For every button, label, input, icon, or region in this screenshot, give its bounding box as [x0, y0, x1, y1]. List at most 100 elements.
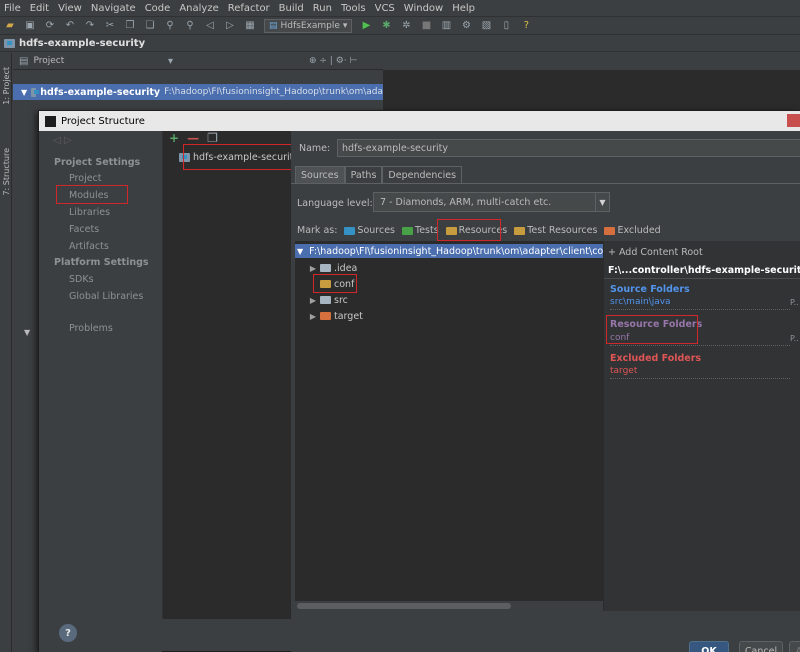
list-item[interactable]: hdfs-example-security [179, 152, 299, 163]
copy-module-icon[interactable]: ❐ [207, 131, 218, 145]
tab-structure[interactable]: 7: Structure [0, 137, 12, 207]
tree-item-target[interactable]: ▶ target [309, 309, 363, 323]
nav-item-libraries[interactable]: Libraries [69, 207, 110, 218]
menu-code[interactable]: Code [145, 3, 171, 14]
menu-window[interactable]: Window [404, 3, 443, 14]
mark-test-resources-label: Test Resources [527, 225, 598, 236]
build-icon[interactable]: ▦ [244, 20, 256, 32]
mark-excluded-button[interactable]: Excluded [604, 225, 661, 236]
nav-item-global-libraries[interactable]: Global Libraries [69, 291, 143, 302]
sdk-icon[interactable]: ▧ [480, 20, 492, 32]
divider [610, 345, 790, 346]
menu-run[interactable]: Run [313, 3, 332, 14]
menu-navigate[interactable]: Navigate [91, 3, 136, 14]
forward-icon[interactable]: ▷ [224, 20, 236, 32]
menu-view[interactable]: View [58, 3, 82, 14]
module-name-input[interactable] [337, 139, 800, 157]
collapsed-icon[interactable]: ▶ [309, 296, 317, 305]
tree-expand-icon[interactable]: ▼ [24, 328, 30, 337]
expand-icon[interactable]: ▼ [297, 247, 303, 256]
tree-root-row[interactable]: ▼ F:\hadoop\FI\fusioninsight_Hadoop\trun… [295, 244, 603, 258]
tab-sources[interactable]: Sources [295, 166, 345, 183]
save-icon[interactable]: ▣ [24, 20, 36, 32]
debug-icon[interactable]: ✱ [380, 20, 392, 32]
apply-button[interactable]: Apply [789, 641, 800, 652]
nav-item-problems[interactable]: Problems [69, 323, 113, 334]
menu-vcs[interactable]: VCS [375, 3, 395, 14]
menu-refactor[interactable]: Refactor [228, 3, 270, 14]
terminal-icon[interactable]: ▯ [500, 20, 512, 32]
menu-edit[interactable]: Edit [30, 3, 49, 14]
undo-icon[interactable]: ↶ [64, 20, 76, 32]
mark-test-resources-button[interactable]: Test Resources [514, 225, 597, 236]
menu-build[interactable]: Build [279, 3, 304, 14]
help-button[interactable]: ? [59, 624, 77, 642]
back-icon[interactable]: ◁ [204, 20, 216, 32]
mark-resources-button[interactable]: Resources [445, 225, 507, 236]
collapsed-icon[interactable]: ▶ [309, 264, 317, 273]
tab-project-label: 1: Project [1, 67, 11, 105]
nav-item-facets[interactable]: Facets [69, 224, 99, 235]
nav-item-sdks[interactable]: SDKs [69, 274, 94, 285]
add-content-root-button[interactable]: + Add Content Root [608, 247, 703, 258]
project-name[interactable]: hdfs-example-security [19, 38, 145, 49]
menu-help[interactable]: Help [452, 3, 475, 14]
tree-item-src[interactable]: ▶ src [309, 293, 348, 307]
nav-back-forward-icon[interactable]: ◁ ▷ [53, 135, 72, 146]
close-icon[interactable] [787, 114, 800, 127]
cut-icon[interactable]: ✂ [104, 20, 116, 32]
edit-icon[interactable]: P.. [790, 298, 799, 307]
chevron-down-icon[interactable]: ▾ [168, 56, 173, 67]
cancel-button[interactable]: Cancel [739, 641, 783, 652]
collapsed-icon[interactable]: ▶ [309, 312, 317, 321]
tab-paths[interactable]: Paths [344, 166, 383, 183]
expand-icon[interactable]: ▼ [21, 88, 27, 97]
module-icon [4, 39, 15, 48]
content-root-tree: ▼ F:\hadoop\FI\fusioninsight_Hadoop\trun… [295, 241, 603, 611]
module-icon [179, 153, 190, 162]
window-controls-icon[interactable]: ⊕ ÷ | ⚙· ⊢ [309, 56, 357, 66]
remove-module-button[interactable]: — [187, 131, 199, 145]
tree-item-conf[interactable]: conf [320, 277, 354, 291]
horizontal-scrollbar[interactable] [295, 601, 603, 611]
menu-analyze[interactable]: Analyze [179, 3, 218, 14]
coverage-icon[interactable]: ✲ [400, 20, 412, 32]
module-tabs: Sources Paths Dependencies [295, 166, 463, 183]
left-tool-strip: 1: Project 7: Structure [0, 53, 12, 652]
paste-icon[interactable]: ❏ [144, 20, 156, 32]
menu-file[interactable]: File [4, 3, 21, 14]
vcs-icon[interactable]: ▥ [440, 20, 452, 32]
tree-item-idea[interactable]: ▶ .idea [309, 261, 357, 275]
nav-item-modules[interactable]: Modules [69, 190, 109, 201]
project-tree-root-row[interactable]: ▼ hdfs-example-security F:\hadoop\FI\fus… [13, 84, 383, 100]
project-window-title[interactable]: Project [33, 56, 64, 66]
dialog-title-bar: Project Structure [39, 111, 800, 131]
mark-sources-label: Sources [357, 225, 395, 236]
menu-tools[interactable]: Tools [341, 3, 366, 14]
run-config-select[interactable]: ▤ HdfsExample ▾ [264, 18, 353, 33]
mark-sources-button[interactable]: Sources [344, 225, 395, 236]
copy-icon[interactable]: ❐ [124, 20, 136, 32]
redo-icon[interactable]: ↷ [84, 20, 96, 32]
chevron-down-icon[interactable]: ▼ [595, 193, 609, 211]
mark-tests-button[interactable]: Tests [402, 225, 439, 236]
open-icon[interactable]: ▰ [4, 20, 16, 32]
structure-icon[interactable]: ⚙ [460, 20, 472, 32]
tab-project[interactable]: 1: Project [0, 55, 12, 117]
tab-dependencies[interactable]: Dependencies [382, 166, 463, 183]
nav-item-artifacts[interactable]: Artifacts [69, 241, 109, 252]
scrollbar-thumb[interactable] [297, 603, 511, 609]
run-icon[interactable]: ▶ [360, 20, 372, 32]
stop-icon[interactable]: ■ [420, 20, 432, 32]
replace-icon[interactable]: ⚲ [184, 20, 196, 32]
sync-icon[interactable]: ⟳ [44, 20, 56, 32]
nav-item-project[interactable]: Project [69, 173, 102, 184]
tests-folder-icon [402, 226, 413, 235]
edit-icon[interactable]: P.. [790, 334, 799, 343]
help-icon[interactable]: ? [520, 20, 532, 32]
language-level-select[interactable]: 7 - Diamonds, ARM, multi-catch etc. ▼ [373, 192, 610, 212]
ok-button[interactable]: OK [689, 641, 729, 652]
menu-bar: File Edit View Navigate Code Analyze Ref… [0, 0, 800, 17]
find-icon[interactable]: ⚲ [164, 20, 176, 32]
add-module-button[interactable]: + [169, 131, 179, 145]
